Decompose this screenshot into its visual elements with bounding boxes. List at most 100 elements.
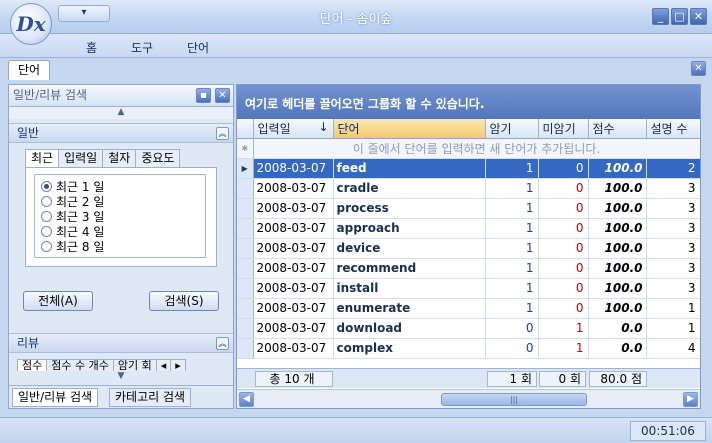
cell-date[interactable]: 2008-03-07 bbox=[253, 158, 334, 179]
new-row-hint[interactable]: 이 줄에서 단어를 입력하면 새 단어가 추가됩니다. bbox=[253, 138, 700, 159]
cell-description-count[interactable]: 1 bbox=[646, 298, 700, 319]
cell-date[interactable]: 2008-03-07 bbox=[253, 178, 334, 199]
cell-description-count[interactable]: 3 bbox=[646, 278, 700, 299]
cell-unmemorized[interactable]: 0 bbox=[538, 158, 589, 179]
cell-score[interactable]: 100.0 bbox=[588, 258, 647, 279]
cell-unmemorized[interactable]: 0 bbox=[538, 278, 589, 299]
tab-spelling[interactable]: 철자 bbox=[102, 149, 137, 167]
cell-word[interactable]: approach bbox=[333, 218, 486, 239]
cell-score[interactable]: 100.0 bbox=[588, 158, 647, 179]
review-group-header[interactable]: 리뷰 ︽ bbox=[9, 333, 233, 353]
table-row[interactable]: 2008-03-07 cradle 1 0 100.0 3 bbox=[237, 178, 700, 199]
cell-unmemorized[interactable]: 0 bbox=[538, 238, 589, 259]
cell-word[interactable]: install bbox=[333, 278, 486, 299]
cell-description-count[interactable]: 4 bbox=[646, 338, 700, 359]
table-row[interactable]: 2008-03-07 complex 0 1 0.0 4 bbox=[237, 338, 700, 359]
menu-tools[interactable]: 도구 bbox=[131, 39, 153, 56]
col-word[interactable]: 단어 bbox=[333, 119, 486, 139]
cell-description-count[interactable]: 3 bbox=[646, 178, 700, 199]
all-button[interactable]: 전체(A) bbox=[23, 291, 93, 311]
cell-unmemorized[interactable]: 0 bbox=[538, 298, 589, 319]
group-by-area[interactable]: 여기로 헤더를 끌어오면 그룹화 할 수 있습니다. bbox=[237, 85, 700, 119]
cell-memorized[interactable]: 0 bbox=[485, 338, 539, 359]
menu-word[interactable]: 단어 bbox=[187, 39, 209, 56]
tab-score[interactable]: 점수 bbox=[17, 359, 48, 371]
table-row[interactable]: 2008-03-07 device 1 0 100.0 3 bbox=[237, 238, 700, 259]
close-panel-button[interactable]: ✕ bbox=[215, 88, 230, 103]
cell-word[interactable]: recommend bbox=[333, 258, 486, 279]
cell-word[interactable]: feed bbox=[333, 158, 486, 179]
cell-date[interactable]: 2008-03-07 bbox=[253, 318, 334, 339]
cell-memorized[interactable]: 1 bbox=[485, 218, 539, 239]
col-unmemorized[interactable]: 미암기 bbox=[538, 119, 589, 139]
cell-date[interactable]: 2008-03-07 bbox=[253, 338, 334, 359]
radio-recent-8[interactable]: 최근 8 일 bbox=[41, 239, 205, 254]
table-row[interactable]: 2008-03-07 install 1 0 100.0 3 bbox=[237, 278, 700, 299]
cell-unmemorized[interactable]: 1 bbox=[538, 338, 589, 359]
cell-memorized[interactable]: 1 bbox=[485, 258, 539, 279]
radio-recent-2[interactable]: 최근 2 일 bbox=[41, 194, 205, 209]
cell-unmemorized[interactable]: 0 bbox=[538, 258, 589, 279]
cell-date[interactable]: 2008-03-07 bbox=[253, 258, 334, 279]
cell-unmemorized[interactable]: 0 bbox=[538, 218, 589, 239]
close-window-button[interactable]: ✕ bbox=[690, 8, 707, 25]
col-score[interactable]: 점수 bbox=[588, 119, 647, 139]
cell-unmemorized[interactable]: 0 bbox=[538, 198, 589, 219]
cell-description-count[interactable]: 3 bbox=[646, 198, 700, 219]
cell-description-count[interactable]: 3 bbox=[646, 218, 700, 239]
general-collapse-icon[interactable]: ︽ bbox=[216, 127, 229, 140]
radio-recent-1[interactable]: 최근 1 일 bbox=[41, 179, 205, 194]
table-row[interactable]: ▶ 2008-03-07 feed 1 0 100.0 2 bbox=[237, 158, 700, 179]
cell-score[interactable]: 100.0 bbox=[588, 298, 647, 319]
close-tab-button[interactable]: ✕ bbox=[691, 61, 706, 76]
cell-description-count[interactable]: 3 bbox=[646, 238, 700, 259]
scroll-thumb[interactable]: ||| bbox=[441, 393, 587, 406]
cell-score[interactable]: 100.0 bbox=[588, 218, 647, 239]
app-logo-button[interactable]: Dx bbox=[10, 3, 52, 45]
cell-word[interactable]: complex bbox=[333, 338, 486, 359]
radio-recent-4[interactable]: 최근 4 일 bbox=[41, 224, 205, 239]
minimize-button[interactable]: _ bbox=[652, 8, 669, 25]
col-description-count[interactable]: 설명 수 bbox=[646, 119, 700, 139]
table-row[interactable]: 2008-03-07 enumerate 1 0 100.0 1 bbox=[237, 298, 700, 319]
tab-scroll-right-icon[interactable]: ▸ bbox=[170, 359, 186, 371]
tab-score-count[interactable]: 점수 수 개수 bbox=[46, 359, 114, 371]
cell-word[interactable]: enumerate bbox=[333, 298, 486, 319]
cell-date[interactable]: 2008-03-07 bbox=[253, 298, 334, 319]
tab-scroll-left-icon[interactable]: ◂ bbox=[155, 359, 172, 371]
cell-unmemorized[interactable]: 0 bbox=[538, 178, 589, 199]
cell-date[interactable]: 2008-03-07 bbox=[253, 278, 334, 299]
cell-memorized[interactable]: 1 bbox=[485, 238, 539, 259]
maximize-button[interactable]: □ bbox=[671, 8, 688, 25]
cell-unmemorized[interactable]: 1 bbox=[538, 318, 589, 339]
horizontal-scrollbar[interactable]: ◀ ||| ▶ bbox=[237, 389, 700, 408]
tab-input-date[interactable]: 입력일 bbox=[58, 149, 104, 167]
cell-score[interactable]: 100.0 bbox=[588, 198, 647, 219]
cell-description-count[interactable]: 2 bbox=[646, 158, 700, 179]
radio-recent-3[interactable]: 최근 3 일 bbox=[41, 209, 205, 224]
cell-word[interactable]: cradle bbox=[333, 178, 486, 199]
cell-score[interactable]: 100.0 bbox=[588, 238, 647, 259]
table-row[interactable]: 2008-03-07 process 1 0 100.0 3 bbox=[237, 198, 700, 219]
cell-score[interactable]: 0.0 bbox=[588, 318, 647, 339]
cell-word[interactable]: process bbox=[333, 198, 486, 219]
cell-score[interactable]: 100.0 bbox=[588, 278, 647, 299]
cell-memorized[interactable]: 1 bbox=[485, 298, 539, 319]
tab-memorize-count[interactable]: 암기 회 bbox=[112, 359, 157, 371]
cell-memorized[interactable]: 1 bbox=[485, 158, 539, 179]
tab-category-search[interactable]: 카테고리 검색 bbox=[109, 388, 192, 407]
col-input-date[interactable]: 입력일 ↓ bbox=[253, 119, 334, 139]
cell-date[interactable]: 2008-03-07 bbox=[253, 218, 334, 239]
table-row[interactable]: 2008-03-07 download 0 1 0.0 1 bbox=[237, 318, 700, 339]
review-collapse-icon[interactable]: ︽ bbox=[216, 337, 229, 350]
panel-scroll-up-button[interactable]: ▲ bbox=[9, 107, 233, 119]
cell-date[interactable]: 2008-03-07 bbox=[253, 238, 334, 259]
cell-description-count[interactable]: 1 bbox=[646, 318, 700, 339]
cell-score[interactable]: 0.0 bbox=[588, 338, 647, 359]
cell-memorized[interactable]: 1 bbox=[485, 178, 539, 199]
table-row[interactable]: 2008-03-07 approach 1 0 100.0 3 bbox=[237, 218, 700, 239]
menu-home[interactable]: 홈 bbox=[86, 39, 97, 56]
panel-scroll-down-button[interactable]: ▼ bbox=[9, 371, 233, 383]
table-row[interactable]: 2008-03-07 recommend 1 0 100.0 3 bbox=[237, 258, 700, 279]
search-button[interactable]: 검색(S) bbox=[149, 291, 219, 311]
